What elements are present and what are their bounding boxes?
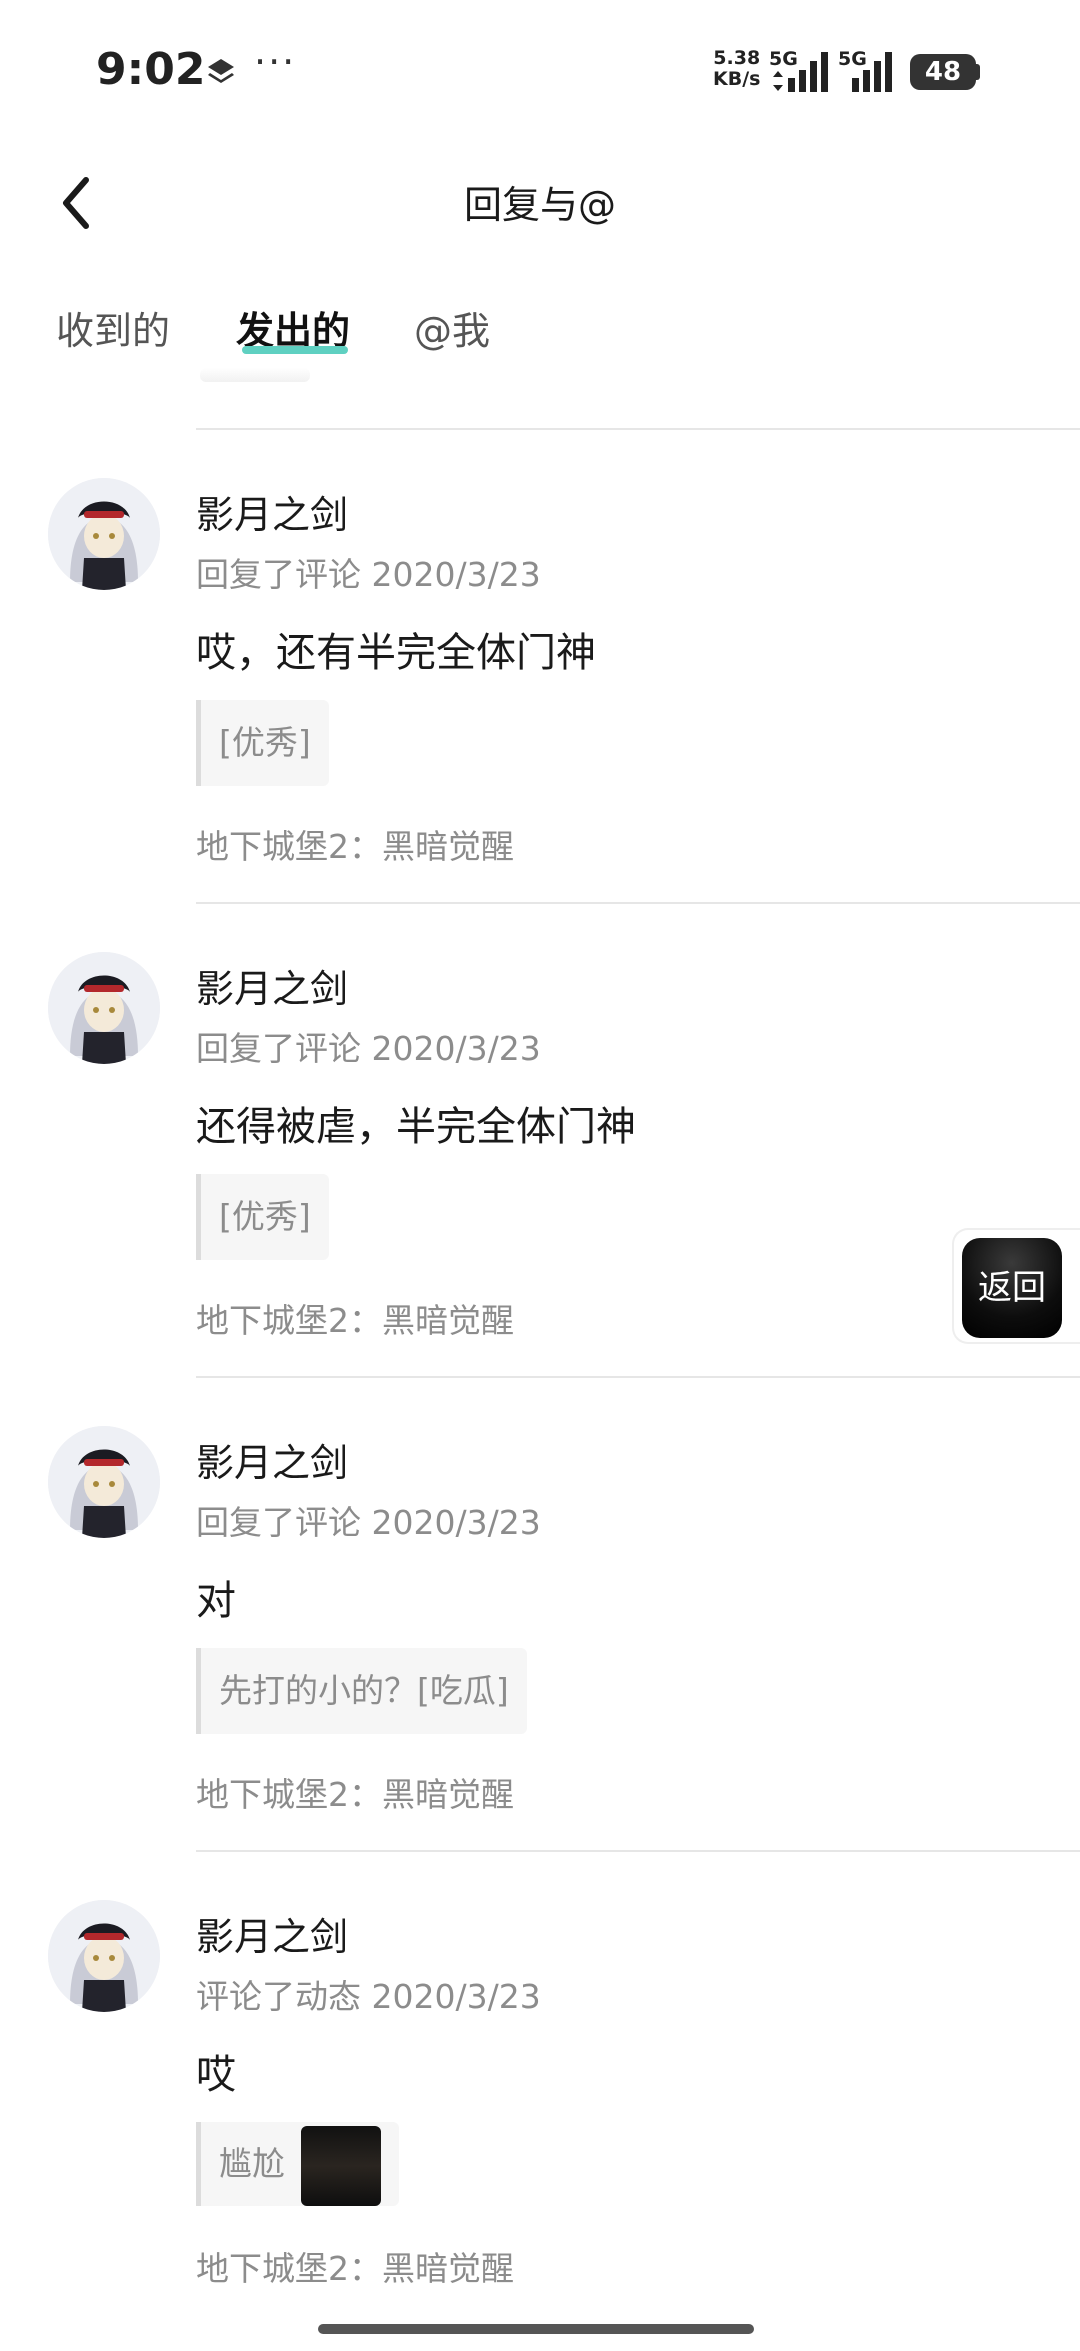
layers-icon [208,59,234,83]
list-item[interactable]: 影月之剑 回复了评论 2020/3/23 对 先打的小的？[吃瓜] 地下城堡2：… [0,1378,1080,1850]
more-dots-icon: ··· [254,40,297,84]
avatar[interactable] [48,1426,160,1538]
scrolled-content-fragment [200,368,310,382]
item-content: 还得被虐，半完全体门神 [196,1104,636,1150]
avatar[interactable] [48,1900,160,2012]
item-source[interactable]: 地下城堡2：黑暗觉醒 [196,820,514,868]
signal-icon [788,52,828,92]
avatar-image [48,478,160,590]
avatar-image [48,1900,160,2012]
quoted-comment-text: [优秀] [219,723,311,762]
avatar[interactable] [48,952,160,1064]
floating-return-button[interactable]: 返回 [952,1228,1080,1344]
post-thumbnail-image[interactable] [301,2125,381,2206]
user-name[interactable]: 影月之剑 [196,1906,348,1961]
list-item[interactable]: 影月之剑 回复了评论 2020/3/23 哎，还有半完全体门神 [优秀] 地下城… [0,430,1080,902]
signal-icon-2 [852,52,892,92]
status-time: 9:02 [96,44,206,95]
net-speed-unit: KB/s [713,68,761,90]
avatar[interactable] [48,478,160,590]
item-source[interactable]: 地下城堡2：黑暗觉醒 [196,1768,514,1816]
tab-mentions[interactable]: @我 [414,300,490,355]
page-title: 回复与@ [463,183,616,227]
status-bar: 9:02 ··· 5.38 KB/s 5G 5G 48 [0,0,1080,140]
quoted-comment-text: [优秀] [219,1197,311,1236]
floating-return-label: 返回 [978,1268,1046,1308]
list-item[interactable]: 影月之剑 评论了动态 2020/3/23 哎 尴尬 地下城堡2：黑暗觉醒 [0,1852,1080,2324]
quoted-comment[interactable]: 先打的小的？[吃瓜] [196,1648,527,1734]
quoted-post-text: 尴尬 [219,2144,285,2183]
item-content: 对 [196,1578,236,1624]
quoted-comment-text: 先打的小的？[吃瓜] [219,1671,509,1710]
item-meta: 评论了动态 2020/3/23 [196,1977,541,2016]
home-indicator[interactable] [318,2324,754,2334]
quoted-post[interactable]: 尴尬 [196,2122,399,2206]
item-source[interactable]: 地下城堡2：黑暗觉醒 [196,1294,514,1342]
tab-received[interactable]: 收到的 [56,300,170,355]
item-meta: 回复了评论 2020/3/23 [196,1029,541,1068]
net-speed-value: 5.38 [713,47,761,69]
data-arrows-icon [773,71,783,91]
net-speed: 5.38 KB/s [713,48,760,90]
user-name[interactable]: 影月之剑 [196,484,348,539]
tab-active-indicator [242,346,348,354]
list-item[interactable]: 影月之剑 回复了评论 2020/3/23 还得被虐，半完全体门神 [优秀] 地下… [0,904,1080,1376]
quoted-comment[interactable]: [优秀] [196,1174,329,1260]
item-content: 哎，还有半完全体门神 [196,630,596,676]
battery-cap [976,64,980,80]
user-name[interactable]: 影月之剑 [196,1432,348,1487]
avatar-image [48,952,160,1064]
quoted-comment[interactable]: [优秀] [196,700,329,786]
item-content: 哎 [196,2052,236,2098]
user-name[interactable]: 影月之剑 [196,958,348,1013]
item-meta: 回复了评论 2020/3/23 [196,555,541,594]
avatar-image [48,1426,160,1538]
battery-icon: 48 [910,54,976,90]
item-meta: 回复了评论 2020/3/23 [196,1503,541,1542]
item-source[interactable]: 地下城堡2：黑暗觉醒 [196,2242,514,2290]
